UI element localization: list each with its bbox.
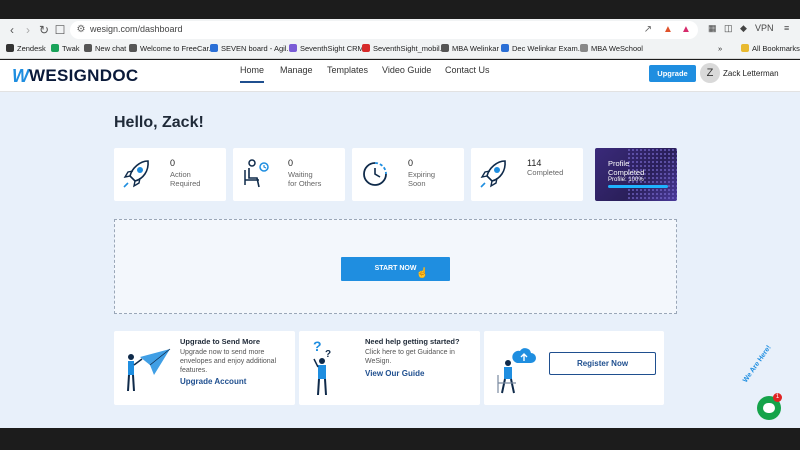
chat-unread-badge: 1 [773,393,782,402]
logo-text: WESIGNDOC [29,66,139,85]
more-bookmarks-icon[interactable]: » [718,44,722,53]
view-our-guide-link[interactable]: View Our Guide [365,369,424,378]
rocket-icon [480,160,506,188]
upgrade-account-link[interactable]: Upgrade Account [180,377,246,386]
chat-teaser-text[interactable]: We Are Here! [742,344,773,384]
stat-value: 114 [527,158,542,168]
bookmark-item[interactable]: Welcome to FreeCar... [129,44,215,53]
forward-icon[interactable]: › [20,22,36,38]
bookmark-page-icon[interactable]: ☐ [52,22,68,38]
os-top-bar [0,0,800,19]
bookmark-item[interactable]: MBA WeSchool [580,44,643,53]
cloud-upload-illustration-icon [497,348,536,394]
nav-templates[interactable]: Templates [327,65,368,75]
profile-title: Profile Completed [608,159,645,177]
menu-icon[interactable]: ≡ [784,23,789,33]
question-person-illustration-icon: ? ? [313,338,331,396]
nav-home[interactable]: Home [240,65,265,83]
nav-manage[interactable]: Manage [280,65,313,75]
clock-icon [363,162,387,186]
vpn-button[interactable]: VPN [755,23,774,33]
help-card: ? ? Need help getting started? Click her… [299,331,480,405]
nav-contact-us[interactable]: Contact Us [445,65,490,75]
stat-value: 0 [408,158,414,168]
bookmarks-bar: Zendesk Twak New chat Welcome to FreeCar… [0,41,800,59]
site-info-icon[interactable]: ⚙ [75,24,87,36]
nav-video-guide[interactable]: Video Guide [382,65,431,75]
chat-bubble-icon [763,403,775,413]
paper-plane-illustration-icon [127,348,171,392]
upgrade-card: Upgrade to Send More Upgrade now to send… [114,331,295,405]
svg-text:?: ? [325,349,331,360]
bookmark-item[interactable]: Twak [51,44,80,53]
browser-chrome: ‹ › ↻ ☐ ⚙ wesign.com/dashboard ↗ ▲ ▲ ▦ ◫… [0,19,800,59]
share-icon[interactable]: ↗ [642,24,654,36]
wallet-icon[interactable]: ◆ [740,23,747,34]
extensions-icon[interactable]: ▦ [708,23,717,34]
profile-completed-card[interactable]: Profile Completed Profile: 100% [595,148,677,201]
stat-value: 0 [170,158,176,168]
bookmark-item[interactable]: SeventhSight CRM [289,44,364,53]
stat-expiring-soon[interactable]: 0 Expiring Soon [352,148,464,201]
app-header: W WESIGNDOC Home Manage Templates Video … [0,60,800,92]
start-now-button[interactable]: START NOW [341,257,450,281]
page-title: Hello, Zack! [114,114,204,131]
reload-icon[interactable]: ↻ [36,22,52,38]
waiting-person-icon [244,159,269,188]
card-description: Click here to get Guidance in WeSign. [365,349,455,365]
bookmark-item[interactable]: Zendesk [6,44,46,53]
address-bar[interactable]: ⚙ wesign.com/dashboard ↗ ▲ ▲ [70,21,698,39]
upgrade-button[interactable]: Upgrade [649,65,696,82]
card-title: Upgrade to Send More [180,337,261,346]
rewards-icon[interactable]: ▲ [680,24,692,36]
url-text: wesign.com/dashboard [90,24,183,34]
avatar[interactable]: Z [700,63,720,83]
dashboard-page: W WESIGNDOC Home Manage Templates Video … [0,60,800,428]
logo-mark: W [12,65,29,86]
stat-waiting-for-others[interactable]: 0 Waiting for Others [233,148,345,201]
stat-action-required[interactable]: 0 Action Required [114,148,226,201]
brave-shield-icon[interactable]: ▲ [662,24,674,36]
logo[interactable]: W WESIGNDOC [12,66,138,86]
profile-progress-bar [608,185,668,188]
vpn-label: VPN [755,23,774,33]
stat-completed[interactable]: 114 Completed [471,148,583,201]
bookmark-item[interactable]: New chat [84,44,126,53]
register-now-button[interactable]: Register Now [549,352,656,375]
bookmark-item[interactable]: MBA Welinkar [441,44,499,53]
bookmark-item[interactable]: Dec Welinkar Exam... [501,44,584,53]
url-row: ‹ › ↻ ☐ ⚙ wesign.com/dashboard ↗ ▲ ▲ ▦ ◫… [0,19,800,41]
sidebar-icon[interactable]: ◫ [724,23,733,34]
bookmark-item[interactable]: SEVEN board - Agil... [210,44,293,53]
os-bottom-bar [0,428,800,450]
cursor-hand-icon: ☝ [416,268,429,279]
stat-label: Expiring Soon [408,170,436,188]
all-bookmarks[interactable]: All Bookmarks [741,44,800,53]
svg-text:?: ? [313,338,322,354]
stat-value: 0 [288,158,294,168]
stat-label: Waiting for Others [288,170,322,188]
user-name[interactable]: Zack Letterman [723,69,779,78]
stat-label: Action Required [170,170,201,188]
rocket-icon [123,160,149,188]
stat-label: Completed [527,168,564,177]
card-title: Need help getting started? [365,337,460,346]
chat-widget-button[interactable]: 1 [757,393,782,420]
profile-progress-text: Profile: 100% [608,177,644,183]
card-description: Upgrade now to send more envelopes and en… [180,349,277,374]
back-icon[interactable]: ‹ [4,22,20,38]
bookmark-item[interactable]: SeventhSight_mobil... [362,44,446,53]
